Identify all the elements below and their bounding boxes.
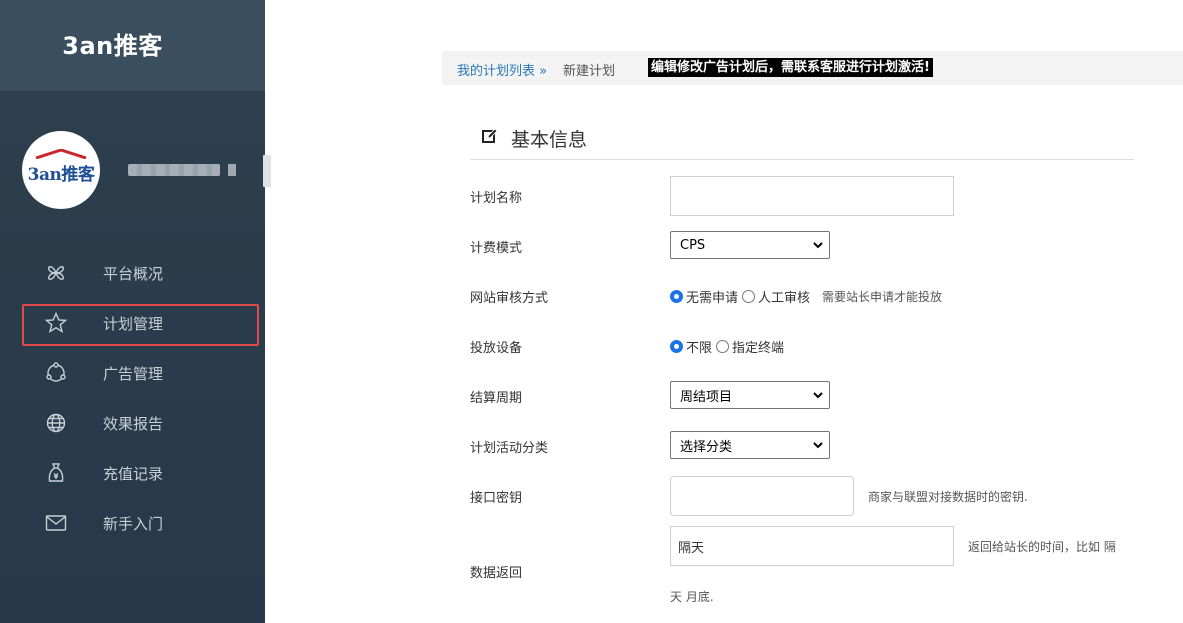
review-method-label: 网站审核方式 (470, 291, 549, 306)
breadcrumb-current: 新建计划 (563, 64, 616, 79)
scrollbar-handle[interactable] (263, 155, 271, 187)
category-value: 选择分类 (680, 439, 733, 455)
brand-title: 3an推客 (62, 32, 163, 60)
sidebar-item-recharge[interactable]: 充值记录 (0, 448, 265, 498)
money-bag-icon (44, 461, 68, 485)
star-icon (44, 311, 68, 335)
data-return-label: 数据返回 (470, 566, 523, 581)
settlement-value: 周结项目 (680, 389, 733, 405)
data-return-hint-continued: 天 月底. (670, 590, 714, 604)
review-manual-radio[interactable] (742, 290, 756, 303)
device-specific-label[interactable]: 指定终端 (732, 337, 784, 356)
sidebar-item-overview[interactable]: 平台概况 (0, 248, 265, 298)
envelope-icon (44, 511, 68, 535)
share-circle-icon (44, 361, 68, 385)
sidebar-item-label: 计划管理 (103, 314, 164, 333)
billing-mode-select[interactable]: CPS (670, 231, 830, 259)
breadcrumb: 我的计划列表 » 新建计划 编辑修改广告计划后，需联系客服进行计划激活! (442, 51, 1183, 85)
category-select[interactable]: 选择分类 (670, 431, 830, 459)
device-any-radio[interactable] (670, 340, 683, 353)
roof-logo-icon (35, 149, 87, 159)
review-none-radio[interactable] (670, 290, 683, 303)
billing-mode-value: CPS (680, 237, 706, 253)
api-key-hint: 商家与联盟对接数据时的密钥. (868, 490, 1028, 504)
billing-mode-label: 计费模式 (470, 241, 523, 256)
device-label: 投放设备 (470, 341, 523, 356)
data-return-input[interactable] (670, 526, 954, 566)
chevron-down-icon (813, 242, 823, 249)
chevron-down-icon (813, 442, 823, 449)
api-key-label: 接口密钥 (470, 491, 523, 506)
brand-header: 3an推客 (0, 0, 265, 91)
user-profile: 3an推客 (0, 128, 265, 213)
globe-icon (44, 411, 68, 435)
review-method-radio-group: 无需申请 人工审核 需要站长申请才能投放 (670, 287, 942, 306)
review-manual-label[interactable]: 人工审核 (758, 287, 810, 306)
sidebar-item-ads[interactable]: 广告管理 (0, 348, 265, 398)
username-blurred (128, 164, 220, 176)
category-label: 计划活动分类 (470, 441, 549, 456)
settlement-select[interactable]: 周结项目 (670, 381, 830, 409)
avatar[interactable]: 3an推客 (22, 131, 100, 209)
review-method-hint: 需要站长申请才能投放 (822, 290, 943, 304)
plan-name-label: 计划名称 (470, 191, 523, 206)
review-none-label[interactable]: 无需申请 (686, 287, 738, 306)
sidebar-item-plans[interactable]: 计划管理 (0, 298, 265, 348)
edit-icon (482, 128, 498, 143)
avatar-logo-text: 3an推客 (27, 164, 95, 185)
chevron-down-icon (813, 392, 823, 399)
sidebar-nav: 平台概况 计划管理 广告管理 效果报告 充值记录 新手入门 (0, 248, 265, 548)
sidebar-item-getting-started[interactable]: 新手入门 (0, 498, 265, 548)
section-header: 基本信息 (470, 123, 1134, 160)
breadcrumb-plan-list-link[interactable]: 我的计划列表 » (457, 60, 547, 79)
sidebar-item-reports[interactable]: 效果报告 (0, 398, 265, 448)
cluster-icon (44, 261, 68, 285)
sidebar-item-label: 平台概况 (103, 264, 164, 283)
device-any-label[interactable]: 不限 (686, 337, 712, 356)
activation-notice: 编辑修改广告计划后，需联系客服进行计划激活! (648, 58, 933, 77)
device-specific-radio[interactable] (716, 340, 730, 353)
page-title: 基本信息 (511, 129, 588, 151)
sidebar: 3an推客 3an推客 平台概况 计划管理 广告管理 效果报告 充值记录 新手入… (0, 0, 271, 623)
sidebar-item-label: 新手入门 (103, 514, 164, 533)
username-blurred-suffix (228, 164, 236, 176)
sidebar-item-label: 效果报告 (103, 414, 164, 433)
sidebar-item-label: 充值记录 (103, 464, 164, 483)
data-return-hint: 返回给站长的时间，比如 隔 (968, 540, 1116, 554)
sidebar-item-label: 广告管理 (103, 364, 164, 383)
settlement-label: 结算周期 (470, 391, 523, 406)
device-radio-group: 不限 指定终端 (670, 337, 784, 356)
plan-name-input[interactable] (670, 176, 954, 216)
api-key-input[interactable] (670, 476, 854, 516)
